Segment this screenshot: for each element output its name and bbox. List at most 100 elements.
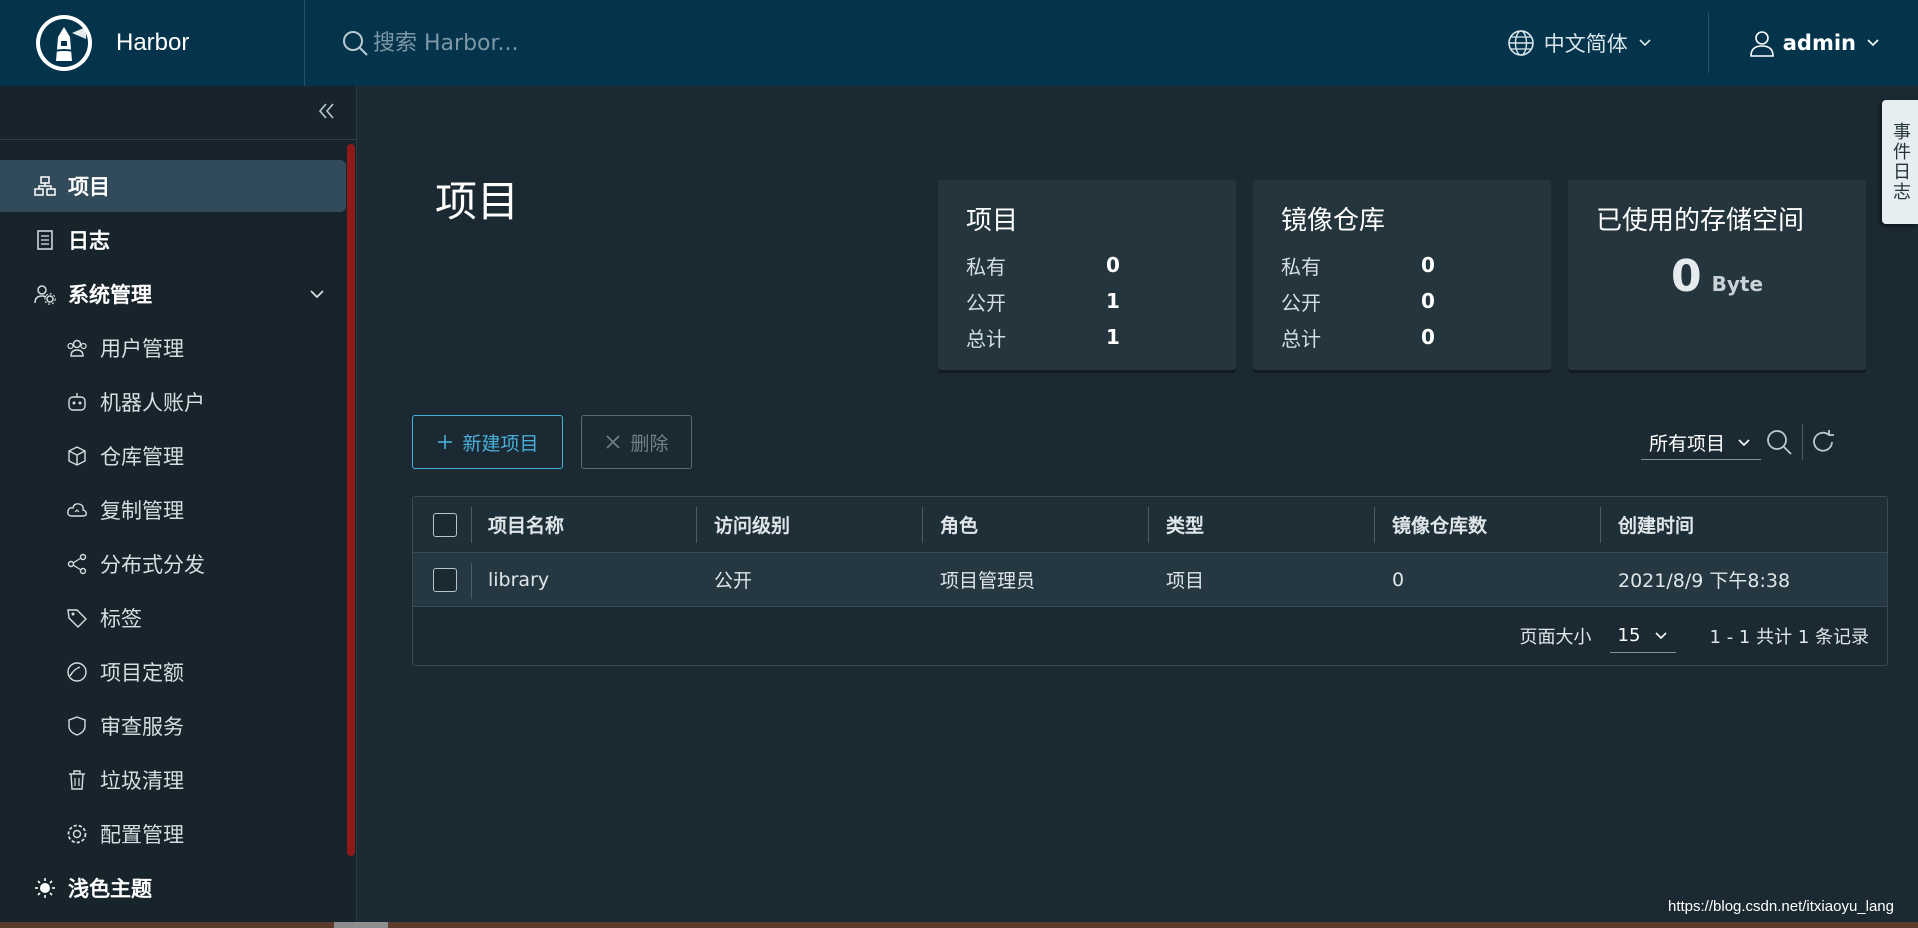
- column-header-creation-time[interactable]: 创建时间: [1618, 497, 1694, 552]
- card-title: 项目: [966, 206, 1019, 236]
- global-search[interactable]: [341, 29, 1506, 57]
- storage-summary-card: 已使用的存储空间 0 Byte: [1568, 180, 1866, 370]
- chevron-down-icon: [1867, 39, 1879, 47]
- project-name-link[interactable]: library: [488, 553, 549, 606]
- column-header-name[interactable]: 项目名称: [488, 497, 564, 552]
- table-header: 项目名称 访问级别 角色 类型 镜像仓库数 创建时间: [413, 497, 1887, 553]
- user-menu[interactable]: admin: [1709, 28, 1918, 58]
- admin-icon: [34, 285, 56, 305]
- type-cell: 项目: [1166, 570, 1205, 592]
- sidebar-item-label: 项目: [68, 175, 110, 199]
- sidebar-item-distribution[interactable]: 分布式分发: [0, 538, 346, 590]
- row-select-cell: [433, 553, 457, 606]
- page-size-value: 15: [1617, 625, 1641, 646]
- sidebar-item-label: 机器人账户: [100, 391, 205, 415]
- sidebar-item-label: 仓库管理: [100, 445, 184, 469]
- robot-icon: [68, 393, 86, 411]
- refresh-icon[interactable]: [1810, 428, 1838, 456]
- access-level-cell: 公开: [714, 570, 753, 592]
- project-filter-select[interactable]: 所有项目: [1641, 426, 1761, 460]
- column-separator: [1374, 507, 1375, 543]
- sidebar-item-users[interactable]: 用户管理: [0, 322, 346, 374]
- column-separator: [1600, 507, 1601, 543]
- language-label: 中文简体: [1543, 32, 1628, 56]
- sidebar-item-label: 配置管理: [100, 823, 184, 847]
- storage-value: 0 Byte: [1596, 251, 1838, 302]
- projects-summary-card: 项目 私有 0 公开 1 总计 1: [938, 180, 1236, 370]
- new-project-label: 新建项目: [462, 432, 539, 455]
- brand[interactable]: Harbor: [0, 0, 305, 86]
- column-header-access-level[interactable]: 访问级别: [714, 497, 790, 552]
- card-row-private: 私有 0: [1281, 253, 1435, 279]
- sidebar-item-light-theme[interactable]: 浅色主题: [0, 862, 346, 914]
- scrollbar-thumb[interactable]: [334, 922, 388, 928]
- sidebar-item-replications[interactable]: 复制管理: [0, 484, 346, 536]
- page-size-label: 页面大小: [1519, 627, 1592, 648]
- repo-count-cell: 0: [1392, 568, 1405, 591]
- sidebar-item-projects[interactable]: 项目: [0, 160, 346, 212]
- sidebar-item-label: 垃圾清理: [100, 769, 184, 793]
- sidebar-item-label: 标签: [100, 607, 142, 631]
- sun-icon: [35, 878, 55, 898]
- globe-icon: [1507, 30, 1534, 56]
- search-icon[interactable]: [1765, 428, 1793, 456]
- users-icon: [67, 339, 87, 357]
- sidebar-item-robot-accounts[interactable]: 机器人账户: [0, 376, 346, 428]
- sidebar-item-quotas[interactable]: 项目定额: [0, 646, 346, 698]
- horizontal-scrollbar[interactable]: [0, 922, 1918, 928]
- column-separator: [1148, 507, 1149, 543]
- sidebar-item-label: 复制管理: [100, 499, 184, 523]
- shield-icon: [68, 716, 86, 736]
- role-cell: 项目管理员: [940, 570, 1036, 592]
- table-row: library 公开 项目管理员 项目 0 2021/8/9 下午8:38: [413, 553, 1887, 607]
- column-header-role[interactable]: 角色: [940, 497, 978, 552]
- harbor-logo-icon: [36, 15, 92, 71]
- watermark: https://blog.csdn.net/itxiaoyu_lang: [1668, 898, 1894, 915]
- chevron-down-icon[interactable]: [308, 285, 326, 303]
- sidebar-item-labels[interactable]: 标签: [0, 592, 346, 644]
- cloud-sync-icon: [67, 503, 87, 517]
- search-input[interactable]: [373, 30, 793, 56]
- chevron-down-icon: [1738, 438, 1750, 446]
- sidebar-item-interrogation[interactable]: 审查服务: [0, 700, 346, 752]
- new-project-button[interactable]: 新建项目: [412, 415, 563, 469]
- column-header-type[interactable]: 类型: [1166, 497, 1204, 552]
- storage-number: 0: [1670, 251, 1702, 302]
- card-row-total: 总计 0: [1281, 325, 1435, 351]
- page-title: 项目: [435, 177, 520, 226]
- sidebar-item-logs[interactable]: 日志: [0, 214, 346, 266]
- row-checkbox[interactable]: [433, 567, 457, 592]
- sidebar-item-label: 日志: [68, 229, 110, 253]
- user-icon: [1749, 31, 1774, 57]
- card-title: 镜像仓库: [1281, 206, 1386, 236]
- sidebar-item-configuration[interactable]: 配置管理: [0, 808, 346, 860]
- sidebar-item-label: 审查服务: [100, 715, 184, 739]
- delete-label: 删除: [630, 432, 669, 455]
- column-header-repo-count[interactable]: 镜像仓库数: [1392, 497, 1487, 552]
- language-selector[interactable]: 中文简体: [1506, 13, 1709, 73]
- sidebar-item-label: 项目定额: [100, 661, 184, 685]
- event-log-tab[interactable]: 事件日志: [1882, 100, 1918, 224]
- quota-icon: [67, 662, 87, 682]
- card-title: 已使用的存储空间: [1596, 206, 1805, 236]
- trash-icon: [69, 770, 85, 790]
- projects-icon: [34, 176, 56, 196]
- sidebar-item-label: 系统管理: [68, 283, 152, 307]
- card-row-total: 总计 1: [966, 325, 1120, 351]
- page-size-select[interactable]: 15: [1609, 619, 1676, 653]
- sidebar-item-gc[interactable]: 垃圾清理: [0, 754, 346, 806]
- delete-button[interactable]: 删除: [581, 415, 692, 469]
- repositories-summary-card: 镜像仓库 私有 0 公开 0 总计 0: [1253, 180, 1551, 370]
- tag-icon: [67, 609, 87, 628]
- column-separator: [471, 563, 472, 599]
- collapse-sidebar-icon[interactable]: [316, 100, 338, 122]
- username: admin: [1782, 31, 1856, 55]
- sidebar-item-registries[interactable]: 仓库管理: [0, 430, 346, 482]
- top-header: Harbor 中文简体 admin: [0, 0, 1918, 86]
- share-icon: [67, 553, 87, 575]
- sidebar-item-system-admin[interactable]: 系统管理: [0, 268, 346, 320]
- box-icon: [68, 446, 86, 466]
- sidebar-scrollbar[interactable]: [347, 144, 355, 856]
- select-all-checkbox[interactable]: [433, 512, 457, 537]
- filter-value: 所有项目: [1649, 433, 1726, 455]
